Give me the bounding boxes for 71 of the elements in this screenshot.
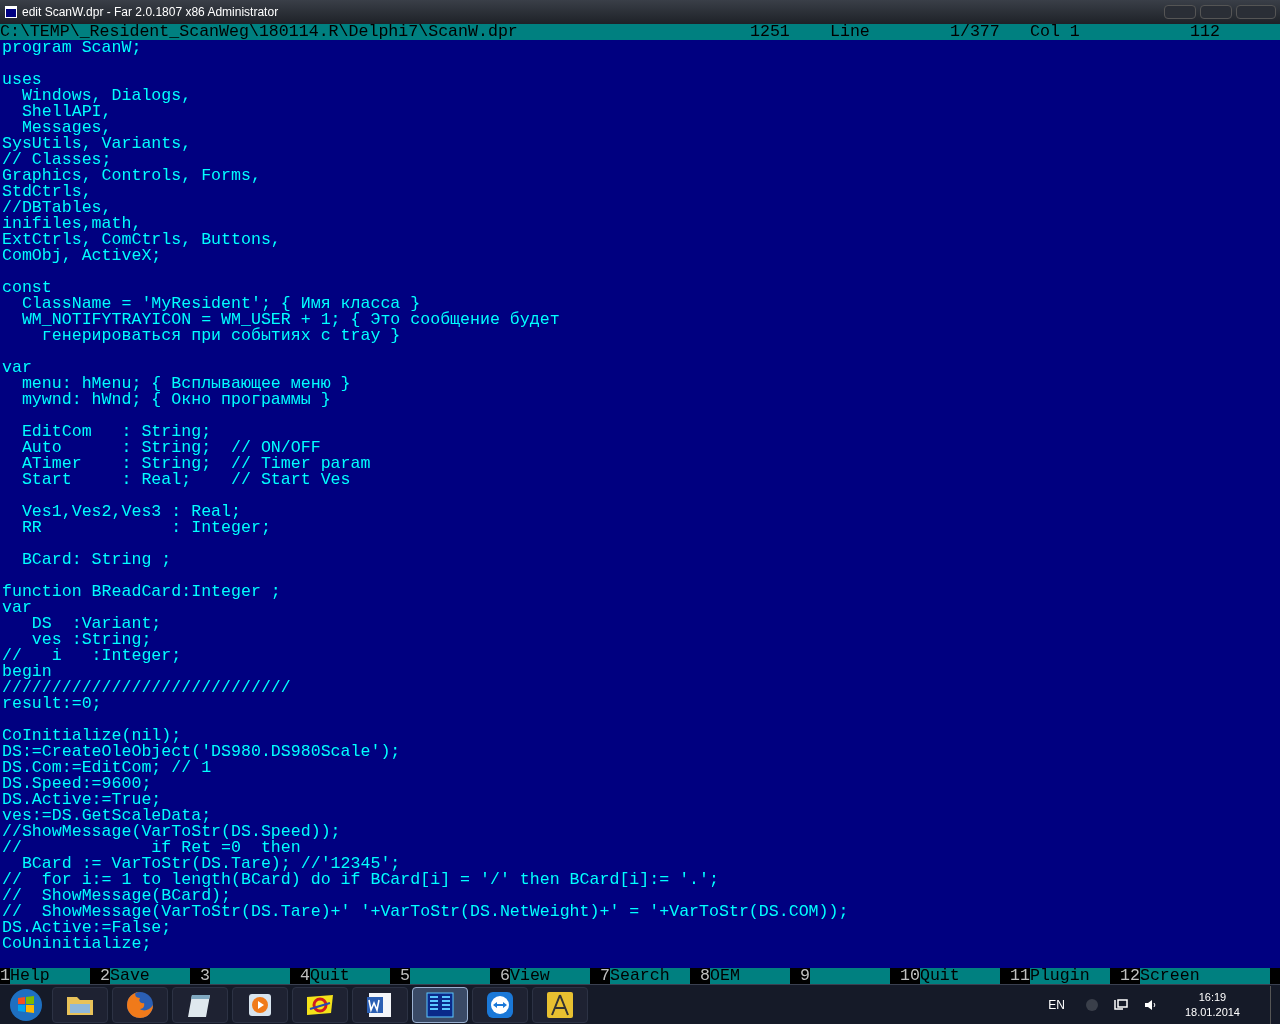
code-line: //DBTables, (2, 200, 112, 216)
code-line: DS:=CreateOleObject('DS980.DS980Scale'); (2, 744, 401, 760)
code-line: // for i:= 1 to length(BCard) do if BCard[i] = '/' then BCard[i]:= '.'; (2, 872, 719, 888)
code-line: function BReadCard:Integer ; (2, 584, 281, 600)
code-line: WM_NOTIFYTRAYICON = WM_USER + 1; { Это сообщение будет (20, 312, 560, 328)
code-line: // i :Integer; (2, 648, 182, 664)
code-line: uses (2, 72, 42, 88)
code-line: ExtCtrls, ComCtrls, Buttons, (2, 232, 281, 248)
code-line: inifiles,math, (2, 216, 142, 232)
code-line: Messages, (21, 120, 112, 136)
code-line: // Classes; (2, 152, 112, 168)
speaker-icon[interactable] (1142, 997, 1157, 1012)
code-line: var (2, 360, 32, 376)
code-line: Windows, Dialogs, (20, 88, 192, 104)
code-line: SysUtils, Variants, (2, 136, 192, 152)
window-icon (4, 5, 18, 19)
code-line: ves :String; (30, 632, 152, 648)
code-line: CoInitialize(nil); (2, 728, 182, 744)
code-line: DS.Active:=False; (2, 920, 172, 936)
code-line: DS :Variant; (30, 616, 162, 632)
code-line: генерироваться при событиях с tray } (40, 328, 401, 344)
code-line: menu: hMenu; { Всплывающее меню } (20, 376, 351, 392)
code-line: Ves1,Ves2,Ves3 : Real; (20, 504, 241, 520)
line-label: Line (830, 24, 871, 40)
code-line: DS.Active:=True; (2, 792, 162, 808)
code-line: EditCom : String; (20, 424, 212, 440)
code-line: StdCtrls, (2, 184, 92, 200)
code-line: CoUninitialize; (2, 936, 152, 952)
clock[interactable]: 16:19 18.01.2014 (1184, 989, 1240, 1020)
code-line: program ScanW; (2, 40, 142, 56)
code-line: ATimer : String; // Timer param (20, 456, 371, 472)
code-line: //ShowMessage(VarToStr(DS.Speed)); (2, 824, 341, 840)
code-line: mywnd: hWnd; { Окно программы } (20, 392, 331, 408)
code-line: ClassName = 'MyResident'; { Имя класса } (20, 296, 421, 312)
code-line: // if Ret =0 then (2, 840, 301, 856)
code-line: ShellAPI, (20, 104, 112, 120)
code-line: DS.Com:=EditCom; // 1 (2, 760, 212, 776)
taskbar-app[interactable] (292, 986, 348, 1023)
taskbar-app[interactable] (412, 986, 468, 1023)
window-title: edit ScanW.dpr - Far 2.0.1807 x86 Administrator (22, 6, 279, 18)
code-line: BCard: String ; (20, 552, 172, 568)
code-line: DS.Speed:=9600; (2, 776, 152, 792)
column-position: Col 1 (1030, 24, 1081, 40)
code-line: ves:=DS.GetScaleData; (2, 808, 212, 824)
file-path: C:\TEMP\_Resident_ScanWeg\180114.R\Delphi7\ScanW.dpr (0, 24, 519, 40)
taskbar-app[interactable] (112, 986, 168, 1023)
taskbar-app[interactable] (532, 986, 588, 1023)
code-line: RR : Integer; (20, 520, 271, 536)
code-line: BCard := VarToStr(DS.Tare); //'12345'; (21, 856, 401, 872)
language-indicator[interactable]: EN (1048, 995, 1065, 1014)
code-line: // ShowMessage(BCard); (2, 888, 232, 904)
taskbar-app[interactable] (172, 986, 228, 1023)
taskbar-app[interactable] (352, 986, 408, 1023)
code-line: Start : Real; // Start Ves (20, 472, 351, 488)
code-line: // ShowMessage(VarToStr(DS.Tare)+' '+VarToStr(DS.NetWeight)+' = '+VarToStr(DS.COM)); (2, 904, 849, 920)
code-line: begin (2, 664, 52, 680)
taskbar-app[interactable] (52, 986, 108, 1023)
network-icon[interactable] (1112, 996, 1129, 1013)
code-line: Auto : String; // ON/OFF (20, 440, 321, 456)
char-code: 112 (1190, 24, 1220, 40)
taskbar-app[interactable] (232, 986, 288, 1023)
code-line: ///////////////////////////// (2, 680, 291, 696)
code-line: result:=0; (2, 696, 102, 712)
taskbar-app[interactable] (472, 986, 528, 1023)
code-line: const (2, 280, 52, 296)
code-line: var (2, 600, 32, 616)
code-line: ComObj, ActiveX; (2, 248, 162, 264)
code-line: Graphics, Controls, Forms, (2, 168, 261, 184)
line-position: 1/377 (950, 24, 1001, 40)
windows-logo-icon (9, 987, 43, 1022)
codepage: 1251 (750, 24, 791, 40)
